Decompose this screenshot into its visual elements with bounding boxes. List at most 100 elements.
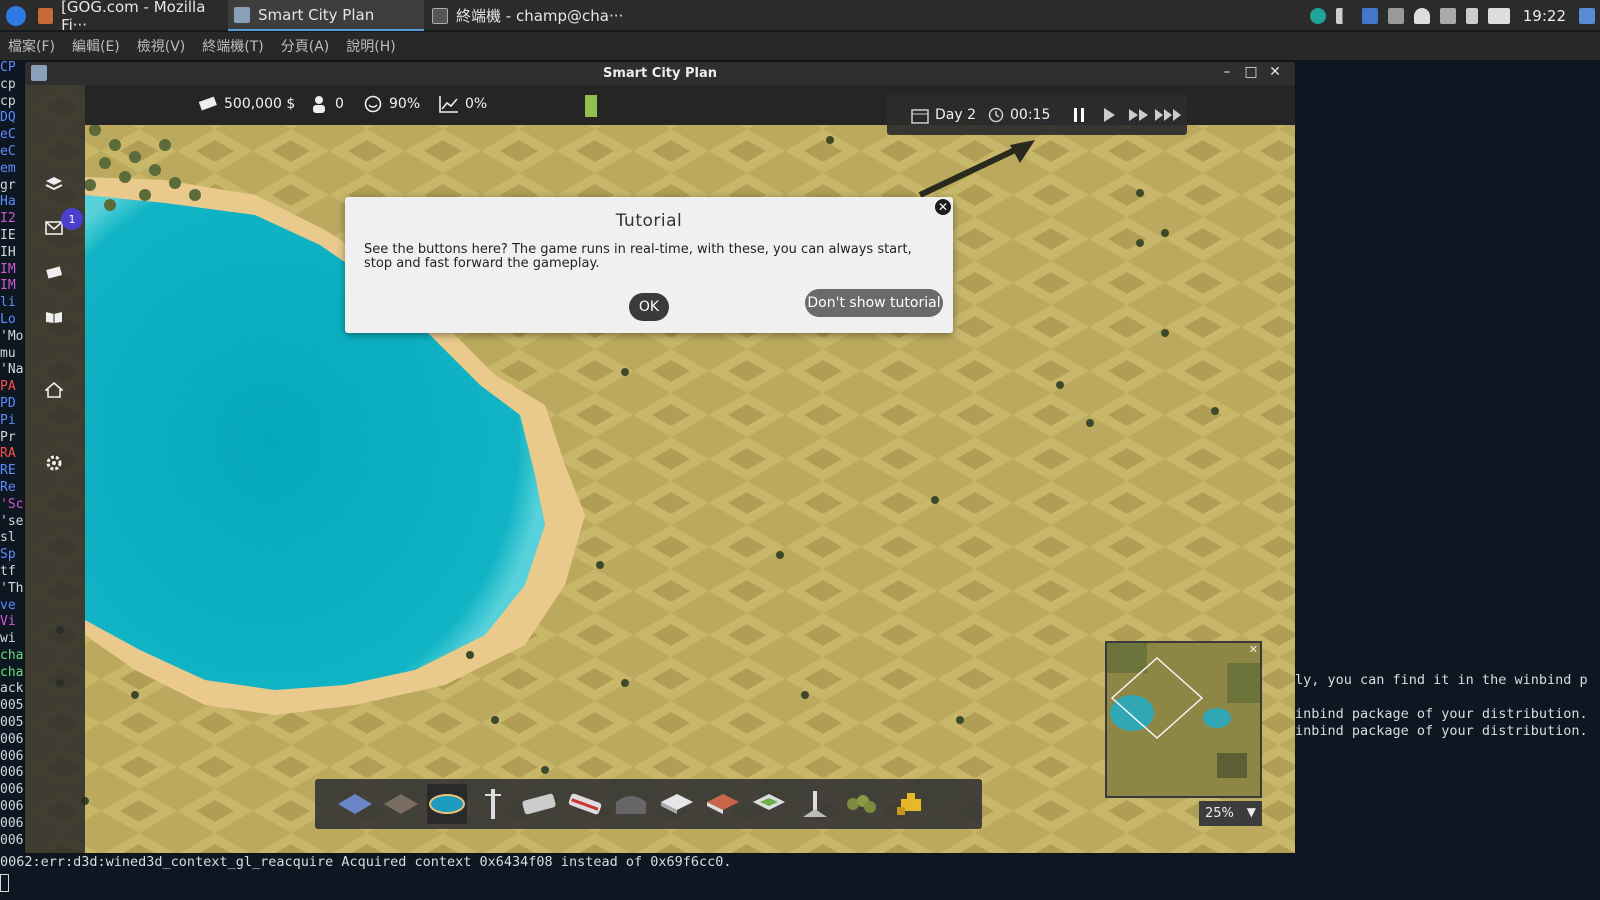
powerline-tool[interactable] (473, 784, 513, 824)
terminal-line: 005 (0, 715, 24, 731)
chart-icon (439, 96, 458, 113)
terminal-line: sl (0, 530, 16, 546)
population-stat[interactable]: 0 (309, 95, 344, 113)
bulldozer-tool[interactable] (893, 784, 933, 824)
fast-forward-button[interactable] (1124, 103, 1154, 127)
keyboard-flag-icon[interactable] (1361, 7, 1378, 24)
tower-tool[interactable] (795, 784, 835, 824)
bus-tool[interactable] (519, 784, 559, 824)
fastest-forward-button[interactable] (1154, 103, 1184, 127)
taskbar-tab-label: Smart City Plan (258, 5, 375, 24)
calendar-icon (911, 107, 929, 124)
terminal-line: Sp (0, 547, 16, 563)
terminal-output-right: ly, you can find it in the winbind p inb… (1295, 672, 1588, 740)
minimize-button[interactable]: – (1215, 64, 1239, 80)
train-tool[interactable] (565, 784, 605, 824)
pause-button[interactable] (1064, 103, 1094, 127)
terminal-line: cha (0, 647, 24, 663)
close-icon[interactable]: ✕ (933, 197, 953, 217)
money-icon[interactable] (43, 261, 65, 283)
growth-stat[interactable]: 0% (439, 95, 487, 113)
smiley-icon (364, 95, 382, 113)
terminal-line: cp (0, 76, 16, 92)
menu-help[interactable]: 說明(H) (346, 36, 395, 56)
fastest-forward-icon (1155, 109, 1182, 121)
volume-icon[interactable] (1487, 7, 1510, 24)
road-tool[interactable] (381, 784, 421, 824)
firefox-icon (38, 7, 54, 24)
terminal-line: 'Na (0, 362, 24, 378)
bell-icon[interactable] (1413, 7, 1430, 24)
terminal-line: inbind package of your distribution. (1295, 706, 1588, 722)
game-window: Smart City Plan – □ ✕ 1 500,000 $ 0 90% … (24, 61, 1296, 854)
clock[interactable]: 19:22 (1523, 7, 1566, 25)
book-icon[interactable] (43, 306, 65, 328)
settings-gear-icon[interactable] (43, 452, 65, 474)
menu-view[interactable]: 檢視(V) (137, 36, 186, 56)
water-tool[interactable] (427, 784, 467, 824)
terminal-cursor (0, 874, 9, 892)
terminal-line: 006 (0, 748, 24, 764)
happiness-stat[interactable]: 90% (363, 95, 420, 113)
window-titlebar[interactable]: Smart City Plan – □ ✕ (25, 62, 1295, 85)
terminal-icon (432, 7, 448, 24)
dont-show-tutorial-button[interactable]: Don't show tutorial (805, 289, 943, 317)
signal-icon[interactable] (1335, 7, 1352, 24)
layers-icon[interactable] (43, 173, 65, 195)
terminal-line: ve (0, 597, 16, 613)
clock-icon (988, 107, 1004, 123)
game-viewport[interactable]: 1 500,000 $ 0 90% 0% Day 2 00:15 Tutoria… (25, 85, 1295, 853)
zoom-select[interactable]: 25% ▼ (1199, 801, 1262, 826)
terminal-line: IE (0, 227, 16, 243)
start-menu-icon[interactable] (6, 6, 26, 26)
day-label: Day 2 (935, 107, 977, 123)
menu-terminal[interactable]: 終端機(T) (202, 36, 263, 56)
trees-tool[interactable] (841, 784, 881, 824)
desktop-icon[interactable] (1579, 7, 1595, 24)
battery-icon[interactable] (1465, 7, 1478, 24)
terminal-line: 006 (0, 782, 24, 798)
terminal-line: eC (0, 143, 16, 159)
taskbar-tab-firefox[interactable]: [GOG.com - Mozilla Fi··· (32, 0, 226, 34)
menu-file[interactable]: 檔案(F) (8, 36, 55, 56)
play-button[interactable] (1094, 103, 1124, 127)
taskbar-tab-game[interactable]: Smart City Plan (228, 0, 424, 31)
ok-button[interactable]: OK (629, 293, 669, 321)
terminal-line: 005 (0, 698, 24, 714)
input-method-icon[interactable] (1387, 7, 1404, 24)
terrain-tool[interactable] (335, 784, 375, 824)
stadium-tool[interactable] (749, 784, 789, 824)
taskbar-tab-terminal[interactable]: 終端機 - champ@cha··· (426, 0, 626, 31)
close-icon[interactable]: ✕ (1249, 643, 1258, 656)
menu-edit[interactable]: 編輯(E) (72, 36, 120, 56)
terminal-line: 006 (0, 815, 24, 831)
terminal-line: Re (0, 479, 16, 495)
network-app-icon[interactable] (1309, 7, 1326, 24)
money-stat[interactable]: 500,000 $ (198, 95, 295, 113)
close-button[interactable]: ✕ (1263, 64, 1287, 80)
terminal-line: 'Mo (0, 328, 24, 344)
tunnel-tool[interactable] (611, 784, 651, 824)
mail-icon[interactable] (1439, 7, 1456, 24)
terminal-line: Pr (0, 429, 16, 445)
left-sidebar: 1 (25, 85, 85, 853)
terminal-line: tf (0, 563, 16, 579)
tutorial-message: See the buttons here? The game runs in r… (364, 242, 912, 271)
chevron-down-icon: ▼ (1246, 805, 1256, 819)
happiness-value: 90% (389, 96, 421, 112)
house-tool[interactable] (703, 784, 743, 824)
maximize-button[interactable]: □ (1239, 64, 1263, 80)
terminal-line: inbind package of your distribution. (1295, 723, 1588, 739)
time-label: 00:15 (1010, 107, 1051, 123)
growth-value: 0% (465, 96, 488, 112)
pause-icon (1074, 108, 1085, 122)
factory-tool[interactable] (657, 784, 697, 824)
terminal-line: ly, you can find it in the winbind p (1295, 672, 1588, 688)
terminal-line: IM (0, 261, 16, 277)
menu-tabs[interactable]: 分頁(A) (281, 36, 330, 56)
terminal-line: IM (0, 278, 16, 294)
terminal-line: 006 (0, 765, 24, 781)
home-icon[interactable] (43, 379, 65, 401)
minimap[interactable]: ✕ (1105, 641, 1262, 798)
